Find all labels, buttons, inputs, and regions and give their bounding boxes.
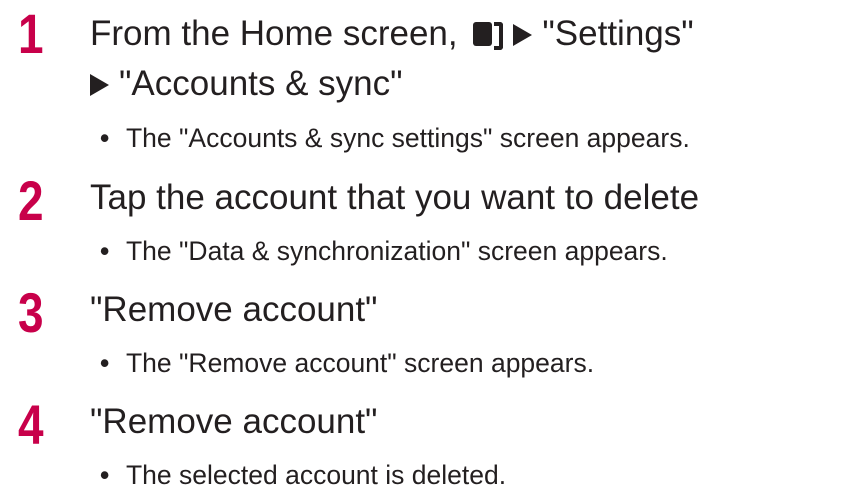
step-number-1: 1 (18, 2, 44, 65)
step-1-line-2: "Accounts & sync" (90, 66, 403, 101)
step-4-note-text: The selected account is deleted. (126, 460, 507, 490)
step-1-line-1: From the Home screen, "Settings" (90, 16, 694, 51)
step-1-accounts-sync-label: "Accounts & sync" (119, 64, 403, 103)
triangle-right-icon (513, 24, 533, 46)
step-1-note-text: The "Accounts & sync settings" screen ap… (126, 123, 690, 153)
bullet: • (100, 460, 110, 490)
step-4-line-1: "Remove account" (90, 404, 378, 439)
bullet: • (100, 236, 110, 266)
bullet: • (100, 123, 110, 153)
bullet: • (100, 348, 110, 378)
step-1-note: • The "Accounts & sync settings" screen a… (100, 125, 690, 152)
step-4-note: • The selected account is deleted. (100, 462, 506, 489)
step-3-note: • The "Remove account" screen appears. (100, 350, 594, 377)
step-number-2: 2 (18, 169, 44, 232)
step-3-note-text: The "Remove account" screen appears. (126, 348, 595, 378)
step-1-instruction-prefix: From the Home screen, (90, 14, 458, 53)
triangle-right-icon (90, 74, 109, 96)
step-1-settings-label: "Settings" (542, 14, 694, 53)
step-2-note: • The "Data & synchronization" screen app… (100, 238, 668, 265)
step-2-instruction: Tap the account that you want to delete (90, 178, 700, 217)
menu-key-icon (473, 20, 504, 50)
step-number-3: 3 (18, 281, 44, 344)
step-4-instruction: "Remove account" (90, 402, 378, 441)
step-2-line-1: Tap the account that you want to delete (90, 180, 699, 215)
step-number-4: 4 (18, 393, 44, 456)
step-3-instruction: "Remove account" (90, 290, 378, 329)
step-3-line-1: "Remove account" (90, 292, 378, 327)
step-2-note-text: The "Data & synchronization" screen appe… (126, 236, 668, 266)
